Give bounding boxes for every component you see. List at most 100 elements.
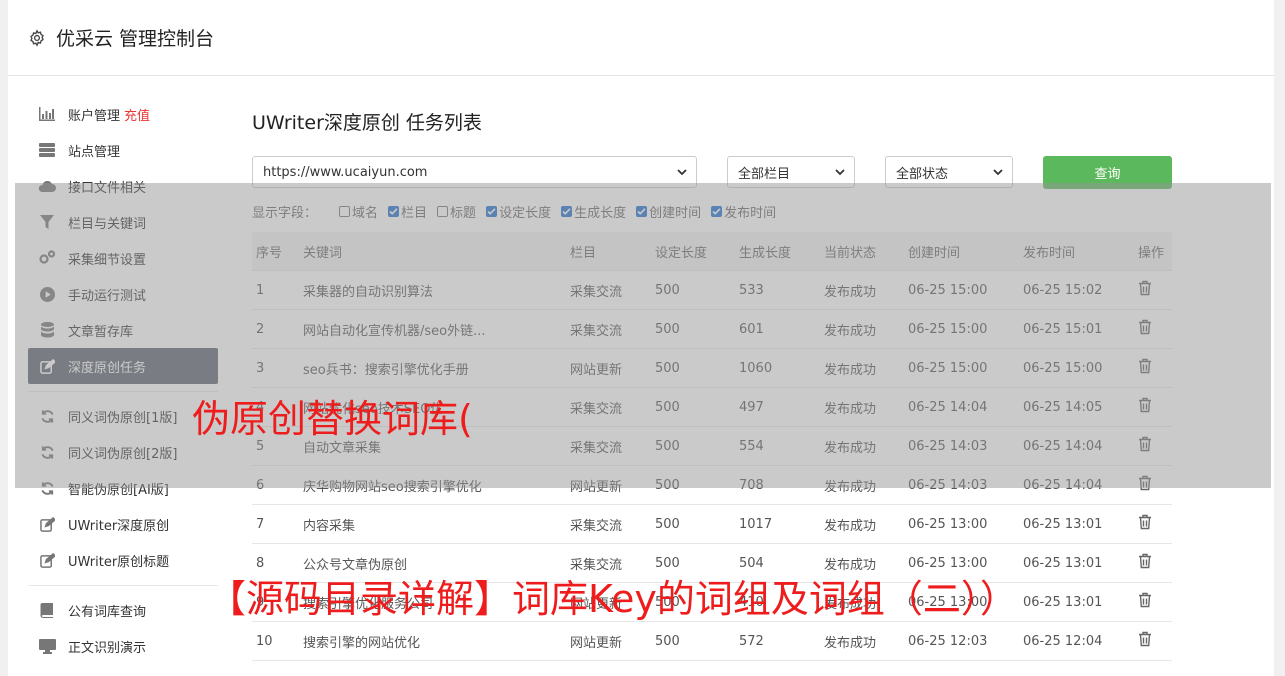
trash-icon[interactable] [1138, 358, 1152, 374]
sidebar-item-deep-original-tasks[interactable]: 深度原创任务 [28, 348, 218, 384]
field-checkbox-created-time[interactable]: 创建时间 [636, 202, 701, 221]
field-label: 发布时间 [724, 206, 777, 221]
trash-icon[interactable] [1138, 319, 1152, 335]
cell-column: 网站更新 [566, 465, 651, 505]
trash-icon[interactable] [1138, 592, 1152, 608]
column-select[interactable]: 全部栏目 [727, 156, 855, 188]
field-checkbox-title[interactable]: 标题 [437, 202, 476, 221]
cell-keyword: 采集器的自动识别算法 [299, 270, 566, 310]
cell-published: 06-25 13:01 [1019, 504, 1134, 544]
cell-published: 06-25 15:00 [1019, 348, 1134, 388]
sidebar-item-sites[interactable]: 站点管理 [28, 132, 218, 168]
sidebar-divider [28, 585, 218, 586]
table-row: 1 采集器的自动识别算法 采集交流 500 533 发布成功 06-25 15:00 06-2… [252, 270, 1172, 310]
col-header-keyword: 关键词 [299, 232, 566, 271]
cell-set-length: 500 [651, 504, 735, 544]
cell-published: 06-25 13:01 [1019, 543, 1134, 583]
col-header-created: 创建时间 [904, 232, 1019, 271]
sidebar-item-manual-test[interactable]: 手动运行测试 [28, 276, 218, 312]
sidebar-divider [28, 391, 218, 392]
cell-published: 06-25 14:04 [1019, 465, 1134, 505]
display-fields-label: 显示字段： [252, 206, 318, 221]
field-checkbox-set-length[interactable]: 设定长度 [486, 202, 551, 221]
trash-icon[interactable] [1138, 280, 1152, 296]
sidebar-item-text-recognition[interactable]: 正文识别演示 [28, 628, 218, 664]
sidebar-item-label: 公有词库查询 [68, 604, 147, 620]
trash-icon[interactable] [1138, 514, 1152, 530]
field-checkbox-gen-length[interactable]: 生成长度 [561, 202, 626, 221]
cell-created: 06-25 14:03 [904, 465, 1019, 505]
sidebar-item-label: 账户管理 [68, 108, 121, 124]
checkbox-box [437, 206, 449, 217]
table-row: 3 seo兵书：搜索引擎优化手册 网站更新 500 1060 发布成功 06-25 15:0… [252, 348, 1172, 388]
chevron-down-icon [835, 169, 845, 176]
trash-icon[interactable] [1138, 397, 1152, 413]
page-title: UWriter深度原创 任务列表 [252, 112, 482, 134]
app-title: 优采云 管理控制台 [56, 28, 215, 50]
sidebar-item-label: UWriter深度原创 [68, 518, 170, 534]
sidebar-item-synonym-v2[interactable]: 同义词伪原创[2版] [28, 434, 218, 470]
field-label: 标题 [450, 206, 477, 221]
cell-status: 发布成功 [820, 387, 904, 427]
trash-icon[interactable] [1138, 436, 1152, 452]
cell-gen-length: 554 [735, 426, 820, 466]
refresh-icon [38, 407, 56, 425]
cell-column: 网站更新 [566, 348, 651, 388]
cell-gen-length: 601 [735, 309, 820, 349]
cell-created: 06-25 15:00 [904, 270, 1019, 310]
play-circle-icon [38, 285, 56, 303]
gear-icon [30, 28, 44, 47]
cell-gen-length: 497 [735, 387, 820, 427]
sidebar-item-uwriter-title[interactable]: UWriter原创标题 [28, 542, 218, 578]
sidebar-item-interface[interactable]: 接口文件相关 [28, 168, 218, 204]
cell-column: 网站更新 [566, 621, 651, 661]
trash-icon[interactable] [1138, 631, 1152, 647]
checkbox-box [636, 206, 648, 217]
cell-column: 采集交流 [566, 387, 651, 427]
cell-column: 采集交流 [566, 426, 651, 466]
cell-published: 06-25 14:04 [1019, 426, 1134, 466]
edit-icon [38, 515, 56, 533]
cell-created: 06-25 12:03 [904, 621, 1019, 661]
sidebar-item-article-store[interactable]: 文章暂存库 [28, 312, 218, 348]
cell-published: 06-25 14:05 [1019, 387, 1134, 427]
cell-keyword: 网站自动化宣传机器/seo外链... [299, 309, 566, 349]
cloud-upload-icon [38, 177, 56, 195]
monitor-icon [38, 637, 56, 655]
cell-actions [1134, 309, 1172, 349]
sidebar-item-uwriter-deep[interactable]: UWriter深度原创 [28, 506, 218, 542]
sidebar-item-columns-keywords[interactable]: 栏目与关键词 [28, 204, 218, 240]
filter-bar: https://www.ucaiyun.com 全部栏目 全部状态 查询 [252, 156, 1182, 190]
col-header-actions: 操作 [1134, 232, 1172, 271]
sidebar-item-ai-rewrite[interactable]: 智能伪原创[AI版] [28, 470, 218, 506]
field-checkbox-domain[interactable]: 域名 [339, 202, 378, 221]
cell-published: 06-25 12:04 [1019, 621, 1134, 661]
recharge-link[interactable]: 充值 [124, 105, 150, 124]
sidebar-item-public-dict[interactable]: 公有词库查询 [28, 592, 218, 628]
sidebar-item-account[interactable]: 账户管理 充值 [28, 96, 218, 132]
cell-status: 发布成功 [820, 309, 904, 349]
table-row: 6 庆华购物网站seo搜索引擎优化 网站更新 500 708 发布成功 06-25 14:0… [252, 465, 1172, 505]
field-checkbox-publish-time[interactable]: 发布时间 [711, 202, 776, 221]
query-button[interactable]: 查询 [1043, 156, 1172, 189]
site-select[interactable]: https://www.ucaiyun.com [252, 156, 697, 188]
cell-status: 发布成功 [820, 348, 904, 388]
cell-status: 发布成功 [820, 270, 904, 310]
sidebar-item-synonym-v1[interactable]: 同义词伪原创[1版] [28, 398, 218, 434]
field-checkbox-column[interactable]: 栏目 [388, 202, 427, 221]
cell-gen-length: 1017 [735, 504, 820, 544]
col-header-index: 序号 [252, 232, 299, 271]
sidebar: 账户管理 充值 站点管理 接口文件相关 栏目与关键词 采集细节设置 手动运行测试… [28, 96, 218, 664]
edit-icon [38, 357, 56, 375]
refresh-icon [38, 443, 56, 461]
cell-keyword: seo兵书：搜索引擎优化手册 [299, 348, 566, 388]
trash-icon[interactable] [1138, 475, 1152, 491]
sidebar-item-collect-settings[interactable]: 采集细节设置 [28, 240, 218, 276]
status-select[interactable]: 全部状态 [885, 156, 1013, 188]
field-label: 域名 [352, 206, 379, 221]
cell-published: 06-25 15:02 [1019, 270, 1134, 310]
cell-index: 2 [252, 309, 299, 349]
cell-actions [1134, 270, 1172, 310]
trash-icon[interactable] [1138, 553, 1152, 569]
display-fields: 显示字段： 域名 栏目 标题 设定长度 生成长度 创建时间 发布时间 [252, 202, 786, 221]
